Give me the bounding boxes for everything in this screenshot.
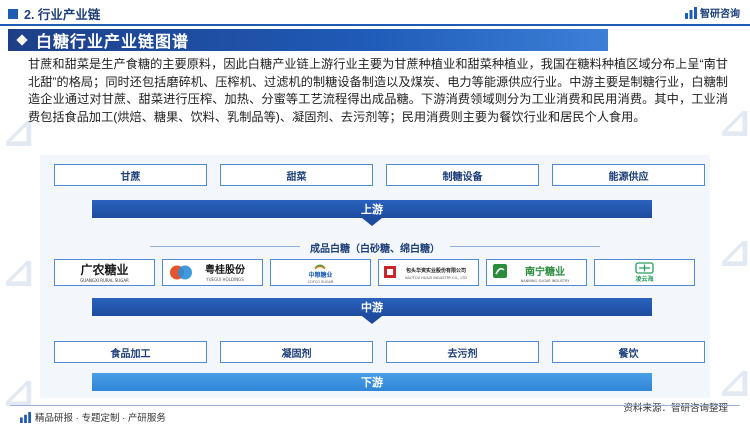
company-name: 包头华资实业股份有限公司: [406, 267, 466, 274]
watermark: ⊿: [718, 230, 750, 276]
upstream-item: 能源供应: [552, 164, 705, 186]
down-arrow-icon: [362, 316, 382, 324]
company-sub: NANNING SUGAR INDUSTRY: [521, 279, 571, 283]
watermark: ⊿: [2, 250, 36, 296]
section-label: 2. 行业产业链: [8, 4, 100, 23]
section-label-text: 2. 行业产业链: [24, 8, 101, 22]
company-logo: 中粮糖业 COFCO SUGAR: [270, 259, 371, 286]
footer-logo-icon: [20, 411, 31, 423]
brand-logo-icon: [685, 6, 697, 19]
section-square-icon: [8, 8, 18, 19]
upstream-item: 甘蔗: [54, 164, 207, 186]
company-logo: 包头华资实业股份有限公司 BAOTOU HUAZI INDUSTRY CO., …: [378, 259, 479, 286]
company-sub: BAOTOU HUAZI INDUSTRY CO., LTD: [405, 276, 467, 280]
source-note: 资料来源：智研咨询整理: [623, 403, 728, 414]
cofco-logo-icon: 中粮糖业 COFCO SUGAR: [308, 264, 334, 284]
upstream-item: 制糖设备: [386, 164, 539, 186]
company-sub: YUEGUI HOLDINGS: [205, 277, 244, 282]
midstream-bar: 中游: [92, 298, 652, 324]
intro-paragraph: 甘蔗和甜菜是生产食糖的主要原料，因此白糖产业链上游行业主要为甘蔗种植业和甜菜种植…: [28, 57, 728, 124]
upstream-row: 甘蔗 甜菜 制糖设备 能源供应: [54, 164, 705, 186]
lingyunhai-logo-icon: 凌云海: [635, 262, 654, 283]
nanning-logo-icon: 南宁糖业 NANNING SUGAR INDUSTRY: [493, 264, 571, 283]
upstream-item: 甜菜: [220, 164, 373, 186]
yuegui-logo-icon: 粤桂股份 YUEGUI HOLDINGS: [170, 263, 246, 282]
downstream-item: 凝固剂: [220, 341, 373, 363]
footer-divider: [10, 405, 740, 406]
page-title: 白糖行业产业链图谱: [36, 34, 190, 51]
company-logo: 广农糖业 GUANGXI RURAL SUGAR: [54, 259, 155, 286]
huazi-logo-icon: 包头华资实业股份有限公司 BAOTOU HUAZI INDUSTRY CO., …: [384, 266, 467, 280]
downstream-label: 下游: [361, 377, 383, 389]
footer-slogan: 精品研报 · 专题定制 · 产研服务: [35, 413, 166, 424]
downstream-item: 食品加工: [54, 341, 207, 363]
company-logo: 凌云海: [594, 259, 695, 286]
downstream-item: 去污剂: [386, 341, 539, 363]
industry-chain-diagram: 甘蔗 甜菜 制糖设备 能源供应 上游 成品白糖（白砂糖、绵白糖） 广农糖业 GU…: [40, 155, 710, 398]
company-name: 粤桂股份: [205, 263, 246, 276]
company-logo-row: 广农糖业 GUANGXI RURAL SUGAR 粤桂股份 YUEGUI HOL…: [54, 259, 695, 286]
upstream-label: 上游: [361, 204, 383, 216]
title-bar: 白糖行业产业链图谱: [8, 29, 608, 51]
downstream-bar: 下游: [92, 373, 652, 391]
company-name: 南宁糖业: [525, 265, 565, 278]
downstream-item: 餐饮: [552, 341, 705, 363]
company-name: 广农糖业: [80, 262, 128, 277]
company-logo: 粤桂股份 YUEGUI HOLDINGS: [162, 259, 263, 286]
company-name: 中粮糖业: [308, 271, 332, 279]
header-divider: [0, 24, 750, 26]
company-sub: COFCO SUGAR: [308, 280, 334, 284]
products-title: 成品白糖（白砂糖、绵白糖）: [310, 244, 440, 255]
footer-left: 精品研报 · 专题定制 · 产研服务: [20, 410, 166, 424]
down-arrow-icon: [362, 218, 382, 226]
downstream-row: 食品加工 凝固剂 去污剂 餐饮: [54, 341, 705, 363]
brand-name: 智研咨询: [700, 9, 740, 20]
guangnong-logo-icon: 广农糖业 GUANGXI RURAL SUGAR: [80, 262, 129, 283]
title-diamond-icon: [16, 34, 28, 46]
midstream-label: 中游: [361, 302, 383, 314]
company-sub: GUANGXI RURAL SUGAR: [80, 278, 129, 283]
company-logo: 南宁糖业 NANNING SUGAR INDUSTRY: [486, 259, 587, 286]
brand: 智研咨询: [685, 5, 740, 20]
upstream-bar: 上游: [92, 200, 652, 226]
products-line-right: [450, 246, 600, 247]
company-name: 凌云海: [635, 275, 653, 283]
